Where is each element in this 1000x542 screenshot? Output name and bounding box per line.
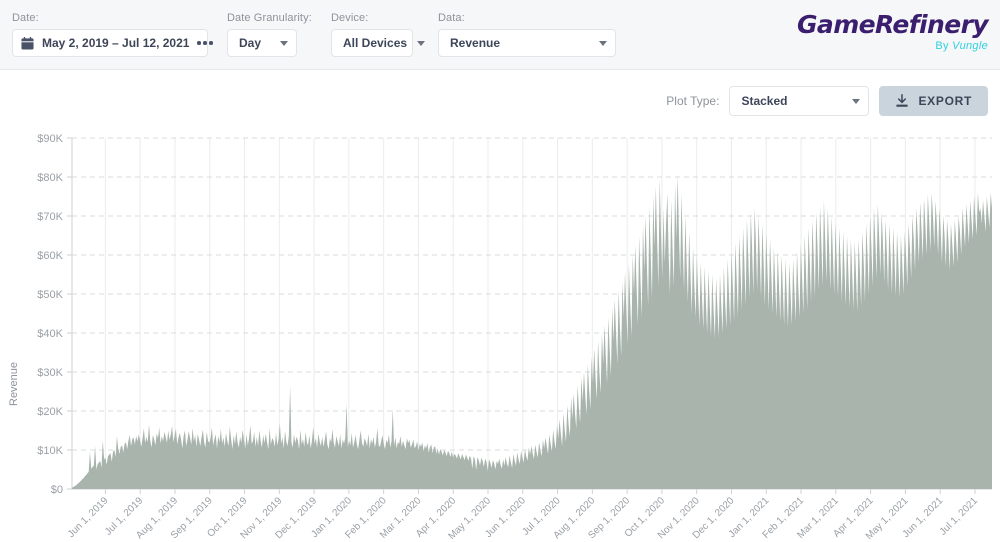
data-value: Revenue (450, 36, 501, 50)
data-filter: Data: Revenue (438, 12, 616, 57)
svg-text:$60K: $60K (37, 250, 63, 262)
chart-canvas[interactable]: $0 $10K $20K $30K $40K $50K $60K $70K $80K $90K Ju… (0, 128, 1000, 542)
data-select[interactable]: Revenue (438, 29, 616, 57)
chevron-down-icon (280, 40, 288, 46)
device-select[interactable]: All Devices (331, 29, 426, 57)
filter-header: Date: May 2, 2019 – Jul 12, 2021 Date Gr… (0, 0, 1000, 70)
gamerefinery-logo: GameRefinery By Vungle (797, 10, 989, 52)
logo-byline-prefix: By (935, 40, 949, 52)
svg-text:$10K: $10K (37, 445, 63, 457)
export-button[interactable]: EXPORT (879, 86, 988, 116)
svg-text:$30K: $30K (37, 367, 63, 379)
granularity-label: Date Granularity: (227, 12, 312, 24)
svg-text:Jun 1, 2019: Jun 1, 2019 (66, 495, 111, 540)
logo-wordmark: GameRefinery (797, 10, 989, 39)
more-options-icon[interactable] (197, 41, 215, 45)
granularity-value: Day (239, 36, 262, 50)
chevron-down-icon (852, 98, 861, 104)
export-button-label: EXPORT (918, 94, 972, 108)
granularity-select[interactable]: Day (227, 29, 297, 57)
svg-text:$90K: $90K (37, 133, 63, 145)
svg-text:$80K: $80K (37, 172, 63, 184)
device-label: Device: (331, 12, 369, 24)
data-label: Data: (438, 12, 465, 24)
device-value: All Devices (343, 36, 408, 50)
svg-text:$20K: $20K (37, 406, 63, 418)
y-axis-title: Revenue (8, 361, 20, 406)
chevron-down-icon (417, 40, 426, 46)
plot-type-label: Plot Type: (666, 94, 720, 108)
gamerefinery-revenue-dashboard: Date: May 2, 2019 – Jul 12, 2021 Date Gr… (0, 0, 1000, 542)
calendar-icon (21, 36, 34, 50)
svg-text:$70K: $70K (37, 211, 63, 223)
logo-byline-brand: Vungle (952, 40, 988, 52)
svg-text:$50K: $50K (37, 289, 63, 301)
chevron-down-icon (599, 40, 607, 46)
logo-byline: By Vungle (797, 41, 988, 52)
date-filter-label: Date: (12, 12, 39, 24)
chart-toolbar: Plot Type: Stacked EXPORT (666, 86, 988, 116)
download-icon (895, 94, 909, 108)
date-filter: Date: May 2, 2019 – Jul 12, 2021 (12, 12, 213, 57)
svg-text:$40K: $40K (37, 328, 63, 340)
revenue-chart: Revenue $0 $10K $20K $30K $40K $50K $60K $70K $8… (0, 128, 1000, 542)
date-range-value: May 2, 2019 – Jul 12, 2021 (42, 36, 190, 50)
svg-text:Jul 1, 2021: Jul 1, 2021 (938, 495, 981, 538)
date-range-picker[interactable]: May 2, 2019 – Jul 12, 2021 (12, 29, 213, 57)
granularity-filter: Date Granularity: Day (227, 12, 312, 57)
device-filter: Device: All Devices (331, 12, 426, 57)
svg-text:$0: $0 (51, 484, 63, 496)
plot-type-value: Stacked (741, 94, 788, 108)
plot-type-select[interactable]: Stacked (729, 86, 870, 116)
